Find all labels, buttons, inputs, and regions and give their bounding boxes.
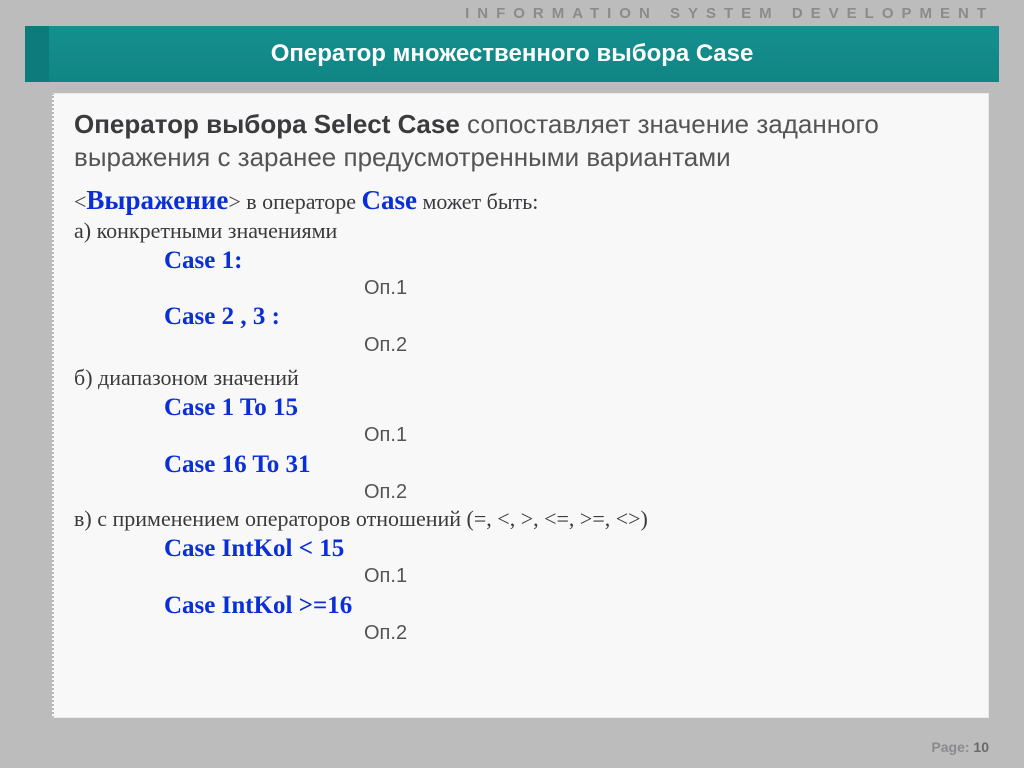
page-value: 10 — [973, 739, 989, 755]
case-b1: Case 1 To 15 — [164, 392, 970, 424]
angle-lt: < — [74, 189, 86, 214]
overline-text: INFORMATION SYSTEM DEVELOPMENT — [0, 5, 1024, 22]
slide: INFORMATION SYSTEM DEVELOPMENT Оператор … — [0, 0, 1024, 768]
title-bar: Оператор множественного выбора Case — [25, 26, 999, 82]
angle-gt: > — [228, 189, 240, 214]
section-c-label: в) с применением операторов отношений (=… — [74, 505, 970, 533]
content-area: Оператор выбора Select Case сопоставляет… — [52, 93, 989, 718]
op-a1: Оп.1 — [364, 276, 970, 301]
lead-paragraph: Оператор выбора Select Case сопоставляет… — [74, 108, 970, 173]
page-label: Page: — [931, 739, 973, 755]
expr-keyword: Выражение — [86, 185, 228, 215]
case-b2: Case 16 To 31 — [164, 449, 970, 481]
op-c2: Оп.2 — [364, 621, 970, 646]
title-accent — [25, 26, 49, 82]
body-block: <Выражение> в операторе Case может быть:… — [74, 183, 970, 646]
case-keyword: Case — [361, 185, 417, 215]
slide-title: Оператор множественного выбора Case — [271, 40, 754, 68]
section-a-label: а) конкретными значениями — [74, 217, 970, 245]
op-b1: Оп.1 — [364, 423, 970, 448]
op-b2: Оп.2 — [364, 480, 970, 505]
op-a2: Оп.2 — [364, 333, 970, 358]
intro-mid: в операторе — [241, 189, 362, 214]
page-number: Page: 10 — [931, 739, 989, 755]
lead-strong: Оператор выбора Select Case — [74, 109, 460, 139]
case-c2: Case IntKol >=16 — [164, 590, 970, 622]
case-c1: Case IntKol < 15 — [164, 533, 970, 565]
intro-tail: может быть: — [417, 189, 538, 214]
case-a1: Case 1: — [164, 245, 970, 277]
op-c1: Оп.1 — [364, 564, 970, 589]
case-a2: Case 2 , 3 : — [164, 301, 970, 333]
section-b-label: б) диапазоном значений — [74, 364, 970, 392]
intro-line: <Выражение> в операторе Case может быть: — [74, 183, 970, 217]
